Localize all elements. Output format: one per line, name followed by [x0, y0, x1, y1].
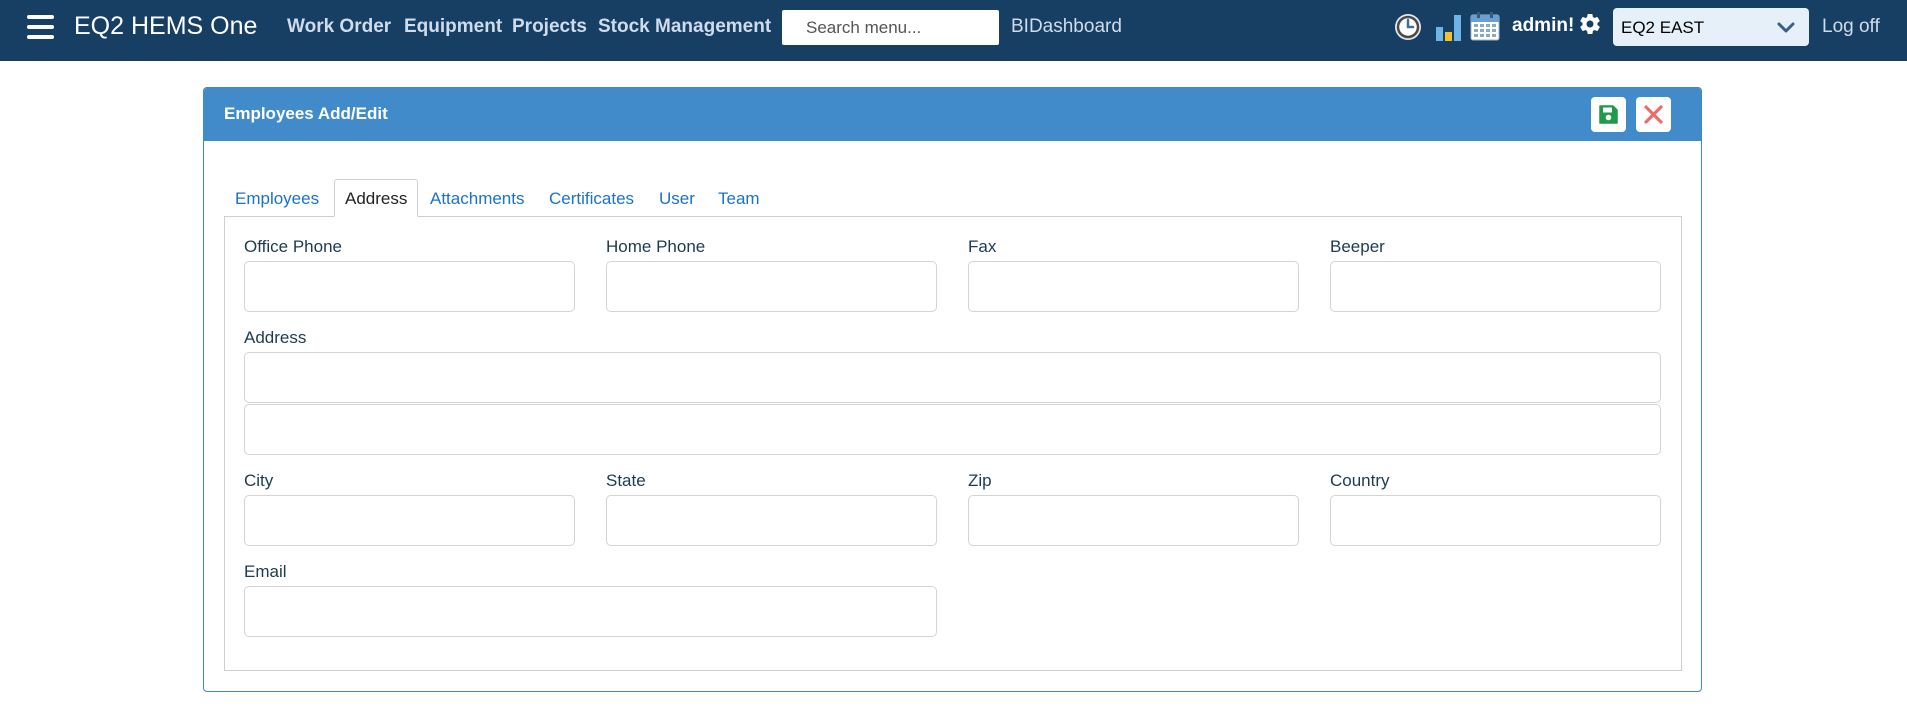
- region-select[interactable]: EQ2 EAST: [1613, 8, 1809, 46]
- city-input[interactable]: [244, 495, 575, 546]
- fax-input[interactable]: [968, 261, 1299, 312]
- panel-title: Employees Add/Edit: [224, 104, 388, 123]
- nav-projects[interactable]: Projects: [512, 16, 587, 38]
- fax-label: Fax: [968, 237, 997, 256]
- address-label: Address: [244, 328, 307, 347]
- search-menu-input[interactable]: [782, 10, 999, 45]
- tab-team[interactable]: Team: [718, 189, 760, 209]
- tab-employees[interactable]: Employees: [235, 189, 319, 209]
- email-input[interactable]: [244, 586, 937, 637]
- tab-address[interactable]: Address: [334, 179, 419, 217]
- beeper-input[interactable]: [1330, 261, 1661, 312]
- tab-user[interactable]: User: [659, 189, 695, 209]
- region-select-value: EQ2 EAST: [1621, 18, 1705, 37]
- employees-panel: Employees Add/Edit Employees Address Att…: [203, 87, 1702, 692]
- clock-icon[interactable]: [1394, 13, 1422, 46]
- office-phone-input[interactable]: [244, 261, 575, 312]
- nav-work-order[interactable]: Work Order: [287, 16, 391, 38]
- beeper-label: Beeper: [1330, 237, 1385, 256]
- nav-stock-management[interactable]: Stock Management: [598, 16, 771, 38]
- country-label: Country: [1330, 471, 1390, 490]
- gear-icon[interactable]: [1578, 12, 1602, 41]
- home-phone-label: Home Phone: [606, 237, 706, 256]
- office-phone-label: Office Phone: [244, 237, 342, 256]
- nav-equipment[interactable]: Equipment: [404, 16, 502, 38]
- save-button[interactable]: [1591, 97, 1626, 132]
- city-label: City: [244, 471, 274, 490]
- country-input[interactable]: [1330, 495, 1661, 546]
- address-line1-input[interactable]: [244, 352, 1661, 403]
- logoff-link[interactable]: Log off: [1822, 16, 1880, 38]
- email-label: Email: [244, 562, 287, 581]
- brand-title[interactable]: EQ2 HEMS One: [74, 12, 257, 41]
- close-icon: [1644, 105, 1663, 124]
- menu-icon[interactable]: [27, 15, 54, 39]
- address-tab-content: Office Phone Home Phone Fax Beeper Addre…: [224, 216, 1682, 671]
- address-line2-input[interactable]: [244, 404, 1661, 455]
- tab-attachments[interactable]: Attachments: [430, 189, 525, 209]
- zip-label: Zip: [968, 471, 992, 490]
- calendar-icon[interactable]: [1470, 11, 1500, 46]
- zip-input[interactable]: [968, 495, 1299, 546]
- state-input[interactable]: [606, 495, 937, 546]
- tab-certificates[interactable]: Certificates: [549, 189, 634, 209]
- state-label: State: [606, 471, 646, 490]
- chevron-down-icon: [1777, 22, 1795, 33]
- close-button[interactable]: [1636, 97, 1671, 132]
- top-navbar: EQ2 HEMS One Work Order Equipment Projec…: [0, 0, 1907, 61]
- user-name[interactable]: admin!: [1512, 15, 1574, 37]
- panel-header: Employees Add/Edit: [204, 88, 1701, 141]
- bar-chart-icon[interactable]: [1434, 12, 1464, 47]
- nav-bi-dashboard[interactable]: BIDashboard: [1011, 16, 1122, 38]
- home-phone-input[interactable]: [606, 261, 937, 312]
- save-icon: [1599, 105, 1618, 124]
